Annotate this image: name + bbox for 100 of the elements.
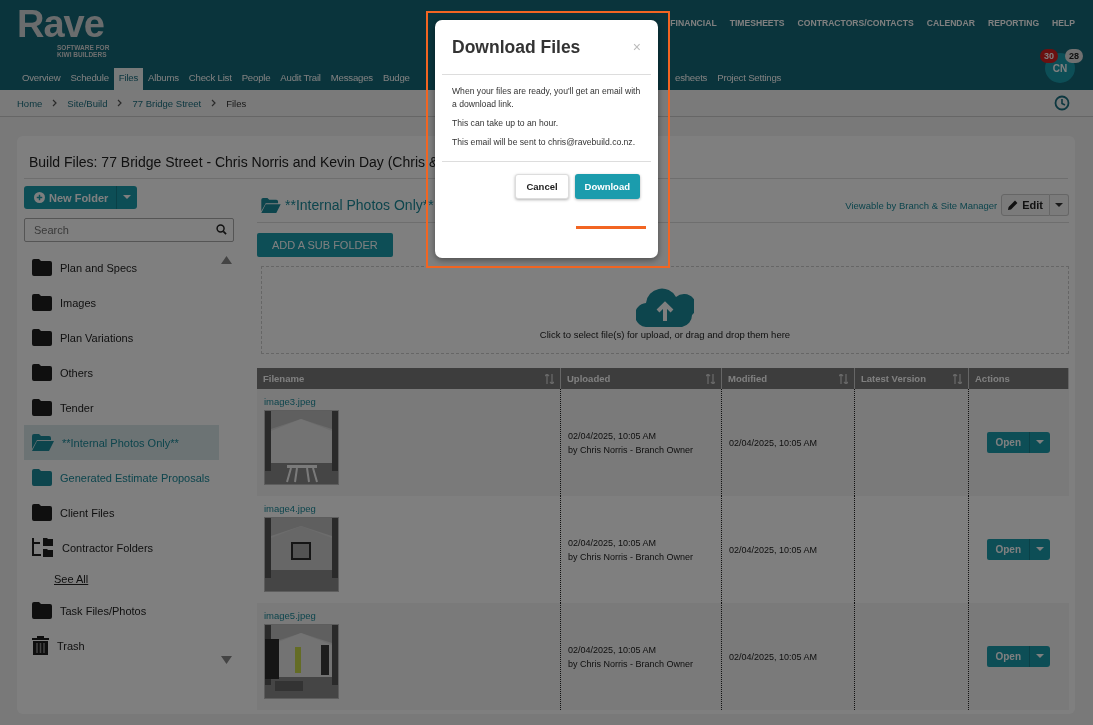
sort-icon [545,374,554,384]
pencil-icon [1008,200,1019,210]
upload-date: 02/04/2025, 10:05 AM [568,536,658,550]
open-folder-icon [261,197,281,213]
folder-item[interactable]: Client Files [24,495,219,530]
folder-item[interactable]: Plan Variations [24,320,219,355]
folder-icon [32,294,52,311]
clock-icon[interactable] [1054,95,1070,111]
column-header[interactable]: Actions [968,368,1069,389]
logo-wordmark: Rave [17,4,105,44]
folder-icon [32,259,52,276]
folder-item[interactable]: Contractor Folders [24,530,219,565]
folder-icon [32,399,52,416]
folder-item[interactable]: Others [24,355,219,390]
dialog-text: When your files are ready, you'll get an email with a download link. [452,85,641,111]
modified-date: 02/04/2025, 10:05 AM [729,436,819,450]
caret-icon [1055,202,1063,208]
folder-item[interactable]: Plan and Specs [24,250,219,285]
chevron-icon [211,97,217,109]
caret-icon [1036,547,1045,552]
uploader: by Chris Norris - Branch Owner [568,550,695,564]
open-folder-icon [32,434,54,451]
nav-tab[interactable]: Files [113,68,144,90]
dialog-text: This email will be sent to chris@ravebuild.co.nz. [452,136,637,149]
modified-date: 02/04/2025, 10:05 AM [729,650,819,664]
close-button[interactable]: × [632,39,641,55]
folder-item[interactable]: Trash [24,628,219,663]
dropdown-toggle[interactable] [116,186,138,209]
nav-tab[interactable]: Budge [377,68,415,90]
dropdown-toggle[interactable] [1050,194,1069,216]
scroll-up-icon[interactable] [221,256,232,264]
nav-tab[interactable]: Messages [325,68,378,90]
dropdown-toggle[interactable] [1029,539,1051,560]
file-link[interactable]: image4.jpeg [264,503,553,514]
column-header[interactable]: Modified [721,368,855,389]
trash-icon [32,636,49,655]
dropdown-toggle[interactable] [1029,646,1051,667]
cloud-upload-icon [636,287,694,327]
caret-icon [123,195,132,200]
add-sub-folder-button[interactable]: ADD A SUB FOLDER [257,233,393,257]
breadcrumb-item[interactable]: Site/Build [67,97,108,109]
top-menu-item[interactable]: CALENDAR [926,18,975,74]
file-link[interactable]: image3.jpeg [264,396,553,407]
chevron-icon [52,97,58,109]
upload-date: 02/04/2025, 10:05 AM [568,429,658,443]
column-header[interactable]: Uploaded [560,368,722,389]
column-header[interactable]: Latest Version [854,368,969,389]
modified-date: 02/04/2025, 10:05 AM [729,543,819,557]
upload-dropzone[interactable]: Click to select file(s) for upload, or drag and drop them here [261,266,1069,354]
open-button[interactable]: Open [987,432,1030,453]
nav-tab[interactable]: Albums [143,68,184,90]
uploader: by Chris Norris - Branch Owner [568,657,695,671]
breadcrumb-item[interactable]: Files [226,97,247,109]
plus-circle-icon [34,192,45,203]
search-field[interactable]: Search [24,218,234,242]
folder-item[interactable]: **Internal Photos Only** [24,425,219,460]
nav-tab[interactable]: People [236,68,276,90]
folder-icon [32,469,52,486]
uploader: by Chris Norris - Branch Owner [568,443,695,457]
folder-item[interactable]: Generated Estimate Proposals [24,460,219,495]
dropzone-text: Click to select file(s) for upload, or drag and drop them here [539,329,791,340]
edit-button[interactable]: Edit [1001,194,1050,216]
cancel-button[interactable]: Cancel [515,174,569,199]
visibility-note: Viewable by Branch & Site Manager [845,199,998,211]
download-button[interactable]: Download [574,174,640,199]
breadcrumb-item[interactable]: 77 Bridge Street [132,97,202,109]
alert-count: 30 [1040,49,1058,63]
dialog-text: This can take up to an hour. [452,117,560,130]
folder-tree-icon [32,538,54,557]
caret-icon [1036,440,1045,445]
dialog-title: Download Files [452,36,581,58]
scroll-down-icon[interactable] [221,656,232,664]
top-menu-item[interactable]: REPORTING [988,18,1040,74]
sort-icon [953,374,962,384]
sort-icon [706,374,715,384]
folder-item[interactable]: Tender [24,390,219,425]
open-button[interactable]: Open [987,539,1030,560]
message-count: 28 [1065,49,1083,63]
nav-tab[interactable]: Schedule [65,68,114,90]
new-folder-button[interactable]: New Folder [24,186,117,209]
column-header[interactable]: Filename [257,368,561,389]
dropdown-toggle[interactable] [1029,432,1051,453]
folder-icon [32,364,52,381]
folder-icon [32,602,52,619]
nav-tab[interactable]: Overview [17,68,66,90]
sort-icon [839,374,848,384]
upload-date: 02/04/2025, 10:05 AM [568,643,658,657]
folder-icon [32,329,52,346]
caret-icon [1036,654,1045,659]
see-all-link[interactable]: See All [24,565,219,593]
open-button[interactable]: Open [987,646,1030,667]
file-link[interactable]: image5.jpeg [264,610,553,621]
folder-item[interactable]: Images [24,285,219,320]
nav-tab[interactable]: Audit Trail [275,68,326,90]
nav-tab[interactable]: Check List [183,68,237,90]
top-menu-item[interactable]: CONTRACTORS/CONTACTS [797,18,914,74]
breadcrumb-item[interactable]: Home [17,97,43,109]
folder-icon [32,504,52,521]
chevron-icon [117,97,123,109]
folder-item[interactable]: Task Files/Photos [24,593,219,628]
